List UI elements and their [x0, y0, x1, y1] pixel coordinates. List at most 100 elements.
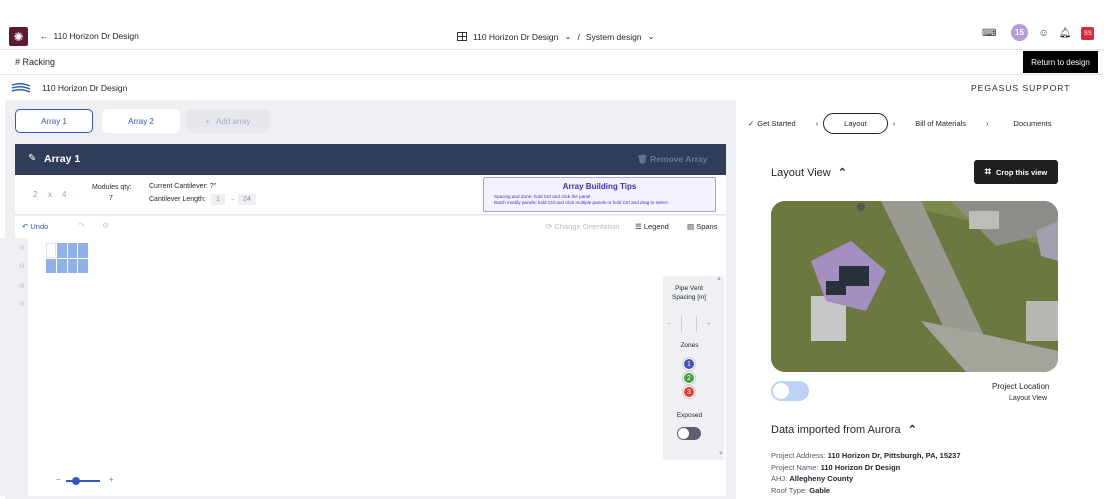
exposed-toggle[interactable] [677, 427, 701, 440]
pegasus-logo-icon [11, 82, 31, 93]
change-orientation-label: Change Orientation [554, 222, 620, 231]
solar-panel[interactable] [46, 243, 56, 258]
back-title: 110 Horizon Dr Design [53, 31, 139, 41]
stepper-plus[interactable]: + [707, 321, 711, 328]
zoom-control: − + [56, 475, 118, 487]
zoom-in-button[interactable]: + [109, 475, 114, 484]
stepper-minus[interactable]: − [667, 321, 671, 328]
crop-icon: ⌗ [984, 165, 991, 178]
redo-icon[interactable]: ↷ [78, 221, 85, 230]
step-documents[interactable]: Documents [1014, 119, 1052, 128]
zone-3-button[interactable]: 3 [683, 386, 695, 398]
breadcrumb: 110 Horizon Dr Design ⌄ / System design … [457, 31, 655, 42]
project-name-row: Project Name: 110 Horizon Dr Design [771, 462, 961, 474]
solar-panel[interactable] [56, 258, 67, 273]
remove-array-button[interactable]: 🗑︎ Remove Array [637, 154, 708, 165]
tips-line-1: Spacing and Zone: hold Ctrl and click th… [494, 194, 591, 199]
row-handle-icon[interactable]: ⊖ [19, 282, 25, 290]
undo-button[interactable]: ↶ Undo [22, 222, 48, 231]
array-header-title[interactable]: Array 1 [44, 153, 80, 165]
project-title: 110 Horizon Dr Design [42, 83, 128, 93]
array-canvas[interactable]: ⊖ ⊖ ⊖ ⊖ − + [0, 238, 726, 496]
zoom-out-button[interactable]: − [56, 475, 61, 484]
tab-array-1[interactable]: Array 1 [15, 109, 93, 133]
solar-panel[interactable] [67, 258, 78, 273]
pencil-icon[interactable]: ✎ [28, 153, 36, 164]
avatar[interactable]: SS [1081, 27, 1095, 40]
zone-1-button[interactable]: 1 [683, 358, 695, 370]
change-orientation-button[interactable]: ⟳ Change Orientation [546, 222, 619, 231]
zone-2-button[interactable]: 2 [683, 372, 695, 384]
solar-panel[interactable] [78, 258, 88, 273]
plus-icon: + [205, 116, 210, 126]
legend-button[interactable]: ☰ Legend [635, 222, 669, 231]
dimension-x: x [48, 190, 52, 199]
check-icon: ✓ [748, 118, 755, 128]
solar-panel[interactable] [67, 243, 78, 258]
roof-value: Gable [809, 485, 831, 495]
undo-label: Undo [30, 222, 49, 231]
toggle-knob [678, 428, 689, 439]
trash-icon: 🗑︎ [637, 154, 648, 164]
header-actions: ⌨ ☺ 🔔︎ SS [982, 27, 1095, 40]
step-layout[interactable]: Layout [823, 112, 888, 134]
row-handle-icon[interactable]: ⊖ [19, 262, 25, 270]
panel-grid[interactable] [46, 243, 88, 273]
project-location-toggle[interactable] [771, 381, 809, 401]
roof-type-row: Roof Type: Gable [771, 485, 961, 497]
cantilever-length-label: Cantilever Length: [149, 196, 206, 203]
crumb-project[interactable]: 110 Horizon Dr Design [473, 32, 558, 42]
step-bill-of-materials[interactable]: Bill of Materials [915, 119, 966, 128]
project-address-row: Project Address: 110 Horizon Dr, Pittsbu… [771, 450, 961, 462]
help-icon[interactable]: ☺ [1038, 28, 1048, 39]
remove-array-label: Remove Array [650, 154, 708, 164]
solar-panel[interactable] [56, 243, 67, 258]
settings-icon[interactable]: ⚙ [102, 221, 109, 230]
satellite-map[interactable] [771, 201, 1058, 372]
solar-panel[interactable] [78, 243, 88, 258]
monitor-icon[interactable]: ⌨ [982, 28, 996, 39]
zoom-slider-thumb[interactable] [72, 477, 81, 485]
chevron-down-icon[interactable]: ⌄ [564, 31, 571, 42]
zoom-slider-track[interactable] [66, 480, 100, 482]
cantilever-max-input[interactable]: 24 [238, 194, 256, 205]
add-array-button[interactable]: + Add array [186, 109, 270, 133]
tips-line-2: Batch modify panels: hold Ctrl and click… [494, 200, 668, 205]
layout-view-title: Layout View [771, 167, 831, 179]
crop-view-button[interactable]: ⌗ Crop this view [974, 160, 1058, 184]
hash-icon: # [15, 57, 21, 67]
ahj-row: AHJ: Allegheny County [771, 473, 961, 485]
app-logo[interactable]: ✺ [9, 27, 28, 46]
name-value: 110 Horizon Dr Design [820, 462, 901, 472]
cantilever-min-input[interactable]: 1 [211, 194, 225, 205]
dimension-b: 4 [62, 190, 67, 199]
stepper-field[interactable] [681, 316, 697, 332]
add-array-label: Add array [215, 116, 251, 126]
modules-qty-label: Modules qty: [92, 184, 132, 191]
address-value: 110 Horizon Dr, Pittsburgh, PA, 15237 [827, 451, 961, 460]
crumb-page[interactable]: System design [586, 32, 642, 42]
aurora-header[interactable]: Data imported from Aurora ⌃ [771, 423, 917, 436]
row-handle-icon[interactable]: ⊖ [19, 300, 25, 308]
ahj-value: Allegheny County [789, 474, 854, 483]
chevron-right-icon: › [815, 118, 819, 128]
exposed-label: Exposed [676, 412, 703, 419]
workflow-steps: ✓ Get Started › Layout › Bill of Materia… [748, 112, 1088, 134]
scroll-up-icon[interactable]: ▲ [716, 276, 722, 282]
spans-button[interactable]: ▤ Spans [687, 222, 717, 231]
pipe-vent-stepper[interactable]: − + [667, 316, 711, 332]
layout-view-header[interactable]: Layout View ⌃ [771, 166, 847, 179]
project-location-label: Project Location [992, 382, 1050, 391]
back-link[interactable]: ← 110 Horizon Dr Design [40, 31, 139, 41]
solar-panel[interactable] [46, 258, 56, 273]
tips-title: Array Building Tips [562, 182, 637, 191]
notification-badge[interactable]: 15 [1011, 24, 1028, 41]
return-to-design-button[interactable]: Return to design [1023, 51, 1098, 73]
row-handle-icon[interactable]: ⊖ [19, 244, 25, 252]
list-icon: ☰ [635, 222, 642, 231]
chevron-down-icon[interactable]: ⌄ [648, 31, 655, 42]
bell-icon[interactable]: 🔔︎ [1059, 28, 1072, 39]
tab-array-2[interactable]: Array 2 [102, 109, 180, 133]
step-get-started[interactable]: Get Started [757, 119, 795, 128]
scroll-down-icon[interactable]: ▼ [718, 451, 724, 457]
